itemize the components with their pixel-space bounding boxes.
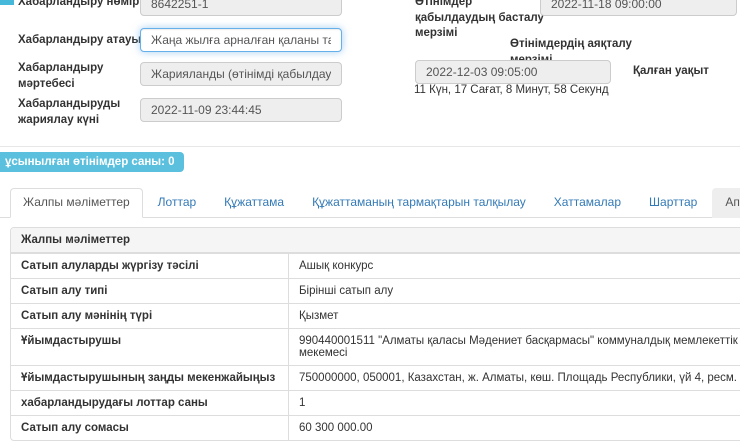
tab-bar: Жалпы мәліметтер Лоттар Құжаттама Құжатт… xyxy=(0,188,740,218)
table-row: Ұйымдастырушы 990440001511 "Алматы қалас… xyxy=(11,328,740,365)
announcement-title-label: Хабарландыру атауы xyxy=(18,33,158,49)
tab-appeals[interactable]: Апелляции xyxy=(712,188,740,218)
section-divider xyxy=(0,146,740,147)
applications-start-label: Өтінімдер қабылдаудың басталу мерзімі xyxy=(415,0,547,42)
row-value-lots-count: 1 xyxy=(288,391,740,415)
announcement-page: { "colors": { "badge_bg": "#5bc0de", "co… xyxy=(0,0,740,421)
row-label-procurement-sum: Сатып алу сомасы xyxy=(11,416,288,440)
tab-documentation[interactable]: Құжаттама xyxy=(211,188,297,218)
tab-protocols[interactable]: Хаттамалар xyxy=(541,188,634,218)
remaining-time-label: Қалған уақыт xyxy=(633,64,733,80)
row-label-procurement-type: Сатып алу типі xyxy=(11,279,288,303)
table-row: Ұйымдастырушының заңды мекенжайыңыз 7500… xyxy=(11,365,740,390)
row-label-lots-count: хабарландырудағы лоттар саны xyxy=(11,391,288,415)
applications-end-field[interactable] xyxy=(415,60,611,84)
row-value-procurement-method: Ашық конкурс xyxy=(288,254,740,278)
table-row: Сатып алуларды жүргізу тәсілі Ашық конку… xyxy=(11,253,740,278)
row-value-organizer: 990440001511 "Алматы қаласы Мәдениет бас… xyxy=(288,329,740,365)
row-value-procurement-type: Бірінші сатып алу xyxy=(288,279,740,303)
announcement-form: Хабарландыру нөмірі Хабарландыру атауы Х… xyxy=(0,0,740,146)
row-label-subject-type: Сатып алу мәнінің түрі xyxy=(11,304,288,328)
table-row: хабарландырудағы лоттар саны 1 xyxy=(11,390,740,415)
table-row: Сатып алу мәнінің түрі Қызмет xyxy=(11,303,740,328)
row-value-procurement-sum: 60 300 000.00 xyxy=(288,416,740,440)
applications-start-field[interactable] xyxy=(540,0,737,16)
row-value-subject-type: Қызмет xyxy=(288,304,740,328)
tab-documentation-discussion[interactable]: Құжаттаманың тармақтарын талқылау xyxy=(299,188,539,218)
tab-contracts[interactable]: Шарттар xyxy=(636,188,710,218)
announcement-number-field[interactable] xyxy=(140,0,342,16)
remaining-time-countdown: 11 Күн, 17 Сағат, 8 Минут, 58 Секунд xyxy=(414,84,609,96)
table-row: Сатып алу типі Бірінші сатып алу xyxy=(11,278,740,303)
panel-heading: Жалпы мәліметтер xyxy=(11,228,740,253)
announcement-status-field[interactable] xyxy=(140,62,342,86)
row-value-organizer-address: 750000000, 050001, Казахстан, ж. Алматы,… xyxy=(288,366,740,390)
tab-general-info[interactable]: Жалпы мәліметтер xyxy=(10,188,143,218)
announcement-number-label: Хабарландыру нөмірі xyxy=(18,0,148,11)
row-label-organizer: Ұйымдастырушы xyxy=(11,329,288,365)
row-label-organizer-address: Ұйымдастырушының заңды мекенжайыңыз xyxy=(11,366,288,390)
announcement-title-field[interactable] xyxy=(140,28,342,52)
row-label-procurement-method: Сатып алуларды жүргізу тәсілі xyxy=(11,254,288,278)
tab-lots[interactable]: Лоттар xyxy=(145,188,210,218)
publish-date-field[interactable] xyxy=(140,98,342,122)
applications-count-badge: ұсынылған өтінімдер саны: 0 xyxy=(0,152,184,172)
publish-date-label: Хабарландыруды жариялау күні xyxy=(18,97,133,128)
general-info-panel: Жалпы мәліметтер Сатып алуларды жүргізу … xyxy=(10,227,740,441)
announcement-status-label: Хабарландыру мәртебесі xyxy=(18,61,118,92)
table-row: Сатып алу сомасы 60 300 000.00 xyxy=(11,415,740,440)
